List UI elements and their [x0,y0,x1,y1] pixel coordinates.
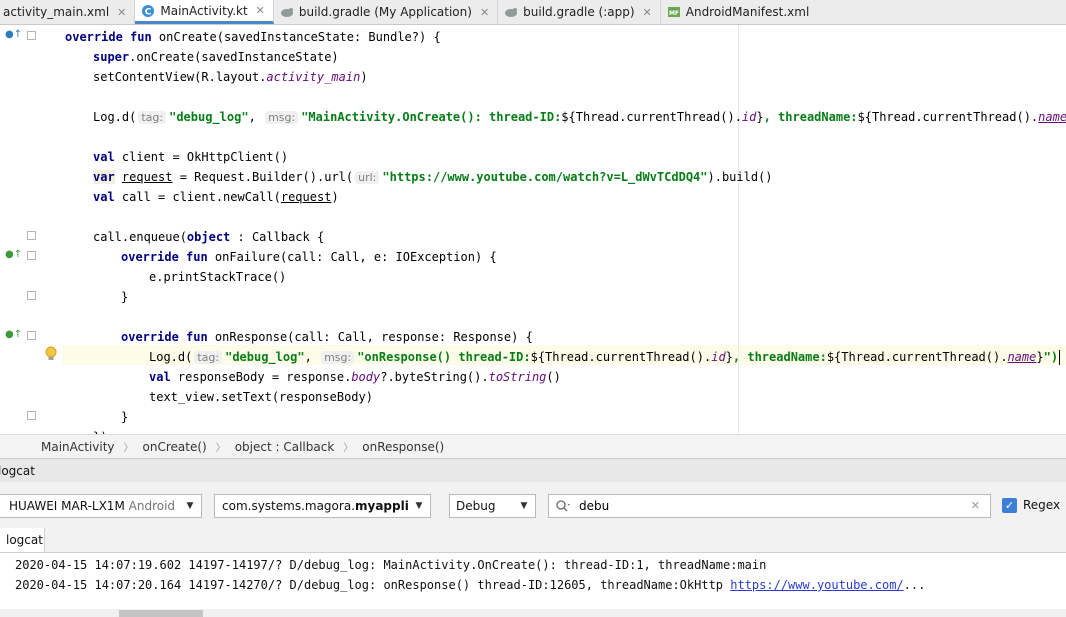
log-line: 2020-04-15 14:07:19.602 14197-14197/? D/… [15,558,767,572]
tab-build-gradle-project[interactable]: build.gradle (My Application) ✕ [274,0,499,24]
kotlin-class-icon: C [142,4,155,17]
tab-label: activity_main.xml [3,5,110,19]
code-line-current: Log.d(tag: "debug_log", msg: "onResponse()… [149,350,1061,365]
chevron-right-icon: 〉 [215,443,226,454]
device-select[interactable]: HUAWEI MAR-LX1M Android 10 ▼ [0,494,202,518]
tab-label: AndroidManifest.xml [685,5,810,19]
editor-tab-strip: activity_main.xml ✕ C MainActivity.kt ✕ … [0,0,1066,25]
logcat-title: logcat [0,463,35,478]
gradle-icon [280,8,293,17]
device-name: HUAWEI MAR-LX1M [9,499,125,513]
scrollbar-thumb[interactable] [119,610,203,617]
code-line: text_view.setText(responseBody) [149,390,373,404]
code-line: override fun onResponse(call: Call, resp… [121,330,533,344]
param-hint: tag: [138,111,167,124]
text-caret [1059,350,1061,365]
code-line: val client = OkHttpClient() [93,150,289,164]
tab-logcat[interactable]: logcat [0,528,45,552]
package-prefix: com.systems.magora. [222,499,355,513]
param-hint: tag: [194,351,223,364]
fold-toggle-icon[interactable] [27,31,36,40]
logcat-toolbar: HUAWEI MAR-LX1M Android 10 ▼ com.systems… [0,482,1066,528]
right-margin-guide [738,25,739,434]
tab-main-activity-kt[interactable]: C MainActivity.kt ✕ [135,0,274,24]
close-icon[interactable]: ✕ [643,6,652,19]
code-line: }) [93,427,107,434]
override-marker-icon[interactable]: ●↑ [5,30,22,40]
lightbulb-icon[interactable] [44,346,58,362]
breadcrumb-item[interactable]: MainActivity [41,440,115,454]
code-line: e.printStackTrace() [149,270,287,284]
param-hint: msg: [321,351,355,364]
fold-toggle-icon[interactable] [27,331,36,340]
svg-text:MF: MF [669,10,679,17]
code-line: super.onCreate(savedInstanceState) [93,50,339,64]
code-line: val call = client.newCall(request) [93,190,339,204]
code-editor[interactable]: ●↑ ●↑ ●↑ override fun onCreate(savedInst… [0,25,1066,434]
breadcrumb-item[interactable]: onResponse() [362,440,444,454]
param-hint: msg: [265,111,299,124]
editor-gutter: ●↑ ●↑ ●↑ [0,25,62,434]
breadcrumb: MainActivity 〉 onCreate() 〉 object : Cal… [0,434,1066,458]
logcat-output[interactable]: 2020-04-15 14:07:19.602 14197-14197/? D/… [0,553,1066,609]
manifest-icon: MF [667,7,680,17]
search-icon [556,500,570,512]
close-icon[interactable]: ✕ [480,6,489,19]
logcat-subtab-label: logcat [6,533,43,547]
close-icon[interactable]: ✕ [117,6,126,19]
tab-label: build.gradle (:app) [523,5,635,19]
chevron-right-icon: 〉 [123,443,134,454]
breadcrumb-item[interactable]: onCreate() [143,440,207,454]
package-select[interactable]: com.systems.magora.myapplication ▼ [214,494,431,518]
code-line: Log.d(tag: "debug_log", msg: "MainActivity… [93,110,1066,124]
svg-text:C: C [145,7,152,17]
code-line: override fun onFailure(call: Call, e: IO… [121,250,497,264]
chevron-right-icon: 〉 [343,443,354,454]
log-link[interactable]: https://www.youtube.com/ [730,578,903,592]
fold-toggle-icon[interactable] [27,411,36,420]
gradle-icon [505,8,518,17]
logcat-search-input[interactable]: debu ✕ [548,494,991,518]
log-level-select[interactable]: Debug ▼ [449,494,536,518]
tab-activity-main-xml[interactable]: activity_main.xml ✕ [0,0,136,24]
tab-label: MainActivity.kt [160,3,248,18]
implement-marker-icon[interactable]: ●↑ [5,250,22,260]
regex-checkbox[interactable]: ✓ [1002,498,1017,513]
code-line: setContentView(R.layout.activity_main) [93,70,368,84]
close-icon[interactable]: ✕ [256,4,265,17]
code-line: } [121,410,129,424]
chevron-down-icon: ▼ [408,495,430,517]
chevron-down-icon: ▼ [513,495,535,517]
tab-build-gradle-app[interactable]: build.gradle (:app) ✕ [498,0,661,24]
code-line: call.enqueue(object : Callback { [93,230,325,244]
log-level-value: Debug [456,499,496,513]
code-line: } [121,290,129,304]
implement-marker-icon[interactable]: ●↑ [5,330,22,340]
code-line: var request = Request.Builder().url(url:… [93,170,773,184]
fold-toggle-icon[interactable] [27,231,36,240]
breadcrumb-item[interactable]: object : Callback [235,440,335,454]
clear-icon[interactable]: ✕ [971,499,980,512]
fold-toggle-icon[interactable] [27,291,36,300]
logcat-tool-window-header: logcat [0,458,1066,482]
code-line: override fun onCreate(savedInstanceState… [65,30,441,44]
param-hint: url: [355,171,380,184]
chevron-down-icon: ▼ [179,495,201,517]
regex-label: Regex [1023,498,1061,512]
log-line: 2020-04-15 14:07:20.164 14197-14270/? D/… [15,578,926,592]
tab-android-manifest[interactable]: MF AndroidManifest.xml [661,0,818,24]
tab-label: build.gradle (My Application) [298,5,472,19]
logcat-subtabs: logcat [0,528,1066,553]
search-value: debu [579,499,610,513]
code-line: val responseBody = response.body?.byteSt… [149,370,561,384]
fold-toggle-icon[interactable] [27,251,36,260]
